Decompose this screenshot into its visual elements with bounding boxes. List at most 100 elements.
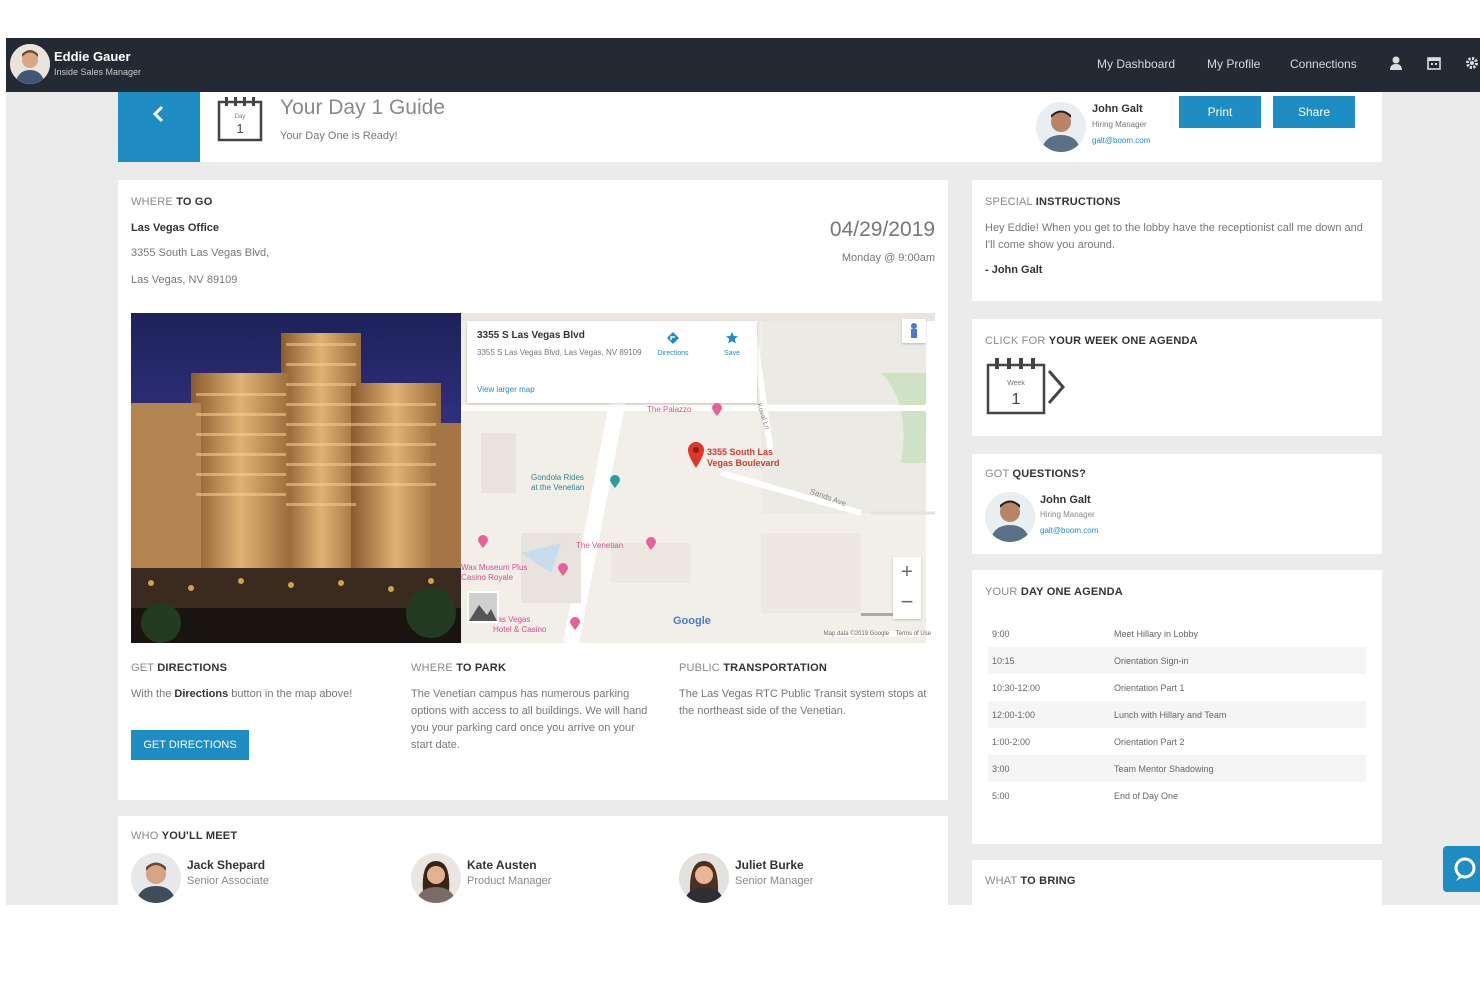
calendar-icon[interactable]: [1426, 55, 1442, 71]
poi-venetian[interactable]: The Venetian: [576, 541, 623, 550]
map-save-button[interactable]: Save: [717, 331, 747, 357]
map-card-address: 3355 S Las Vegas Blvd, Las Vegas, NV 891…: [477, 348, 642, 357]
got-questions-card: GOT QUESTIONS? John Galt Hiring Manager …: [972, 454, 1382, 554]
chat-button[interactable]: [1443, 846, 1480, 892]
directions-icon: [667, 332, 679, 344]
office-address-line-2: Las Vegas, NV 89109: [131, 274, 238, 286]
back-button[interactable]: [118, 92, 200, 162]
poi-palazzo-pin-icon: [712, 403, 722, 416]
day-one-agenda-label: YOUR DAY ONE AGENDA: [985, 586, 1123, 598]
user-role: Inside Sales Manager: [54, 67, 142, 77]
person-role: Product Manager: [467, 875, 552, 887]
who-youll-meet-card: WHO YOU'LL MEET Jack Shepard Senior Asso…: [118, 816, 948, 905]
star-icon: [726, 332, 738, 344]
agenda-row: 9:00 Meet Hillary in Lobby: [988, 620, 1366, 647]
zoom-controls: + −: [893, 557, 921, 619]
nav-my-profile[interactable]: My Profile: [1207, 57, 1260, 71]
chat-icon: [1454, 857, 1476, 881]
week-one-agenda-card[interactable]: CLICK FOR YOUR WEEK ONE AGENDA Week 1: [972, 319, 1382, 436]
poi-pin-icon: [478, 535, 488, 548]
app-window: Eddie Gauer Inside Sales Manager My Dash…: [6, 38, 1480, 905]
svg-text:1: 1: [236, 121, 243, 136]
svg-text:1: 1: [1012, 391, 1021, 408]
person-avatar-jack[interactable]: [131, 853, 181, 903]
agenda-row: 1:00-2:00 Orientation Part 2: [988, 728, 1366, 755]
questions-contact-role: Hiring Manager: [1040, 510, 1095, 519]
person-role: Senior Manager: [735, 875, 814, 887]
venue-photo: [131, 313, 461, 643]
agenda-description: Meet Hillary in Lobby: [1114, 629, 1199, 639]
day-calendar-icon: Day 1: [216, 96, 264, 147]
nav-connections[interactable]: Connections: [1290, 57, 1357, 71]
what-to-bring-label: WHAT TO BRING: [985, 875, 1076, 887]
agenda-time: 3:00: [992, 764, 1010, 774]
hiring-manager-email[interactable]: galt@boom.com: [1092, 136, 1150, 145]
person-name: Juliet Burke: [735, 858, 804, 872]
chevron-left-icon: [152, 105, 164, 123]
poi-lv-hotel[interactable]: Las Vegas Hotel & Casino: [493, 615, 546, 635]
questions-contact-avatar[interactable]: [985, 492, 1035, 542]
agenda-row: 10:30-12:00 Orientation Part 1: [988, 674, 1366, 701]
zoom-out-button[interactable]: −: [893, 588, 921, 619]
week-calendar-arrow-icon[interactable]: Week 1: [985, 357, 1071, 420]
what-to-bring-card: WHAT TO BRING: [972, 860, 1382, 905]
get-directions-button[interactable]: GET DIRECTIONS: [131, 730, 249, 760]
location-pin-icon[interactable]: [687, 441, 705, 474]
page-title: Your Day 1 Guide: [280, 96, 445, 119]
public-transportation-text: The Las Vegas RTC Public Transit system …: [679, 688, 927, 717]
top-navigation-bar: Eddie Gauer Inside Sales Manager My Dash…: [6, 38, 1480, 92]
print-button[interactable]: Print: [1179, 96, 1261, 128]
poi-palazzo[interactable]: The Palazzo: [647, 405, 691, 414]
poi-wax-pin-icon: [558, 563, 568, 576]
agenda-time: 10:30-12:00: [992, 683, 1041, 693]
street-view-pegman-icon[interactable]: [902, 319, 926, 343]
got-questions-label: GOT QUESTIONS?: [985, 468, 1087, 480]
poi-wax-museum[interactable]: Wax Museum Plus Casino Royale: [461, 563, 527, 583]
where-to-park-text: The Venetian campus has numerous parking…: [411, 688, 648, 751]
share-button[interactable]: Share: [1273, 96, 1355, 128]
agenda-time: 10:15: [992, 656, 1015, 666]
person-avatar-kate[interactable]: [411, 853, 461, 903]
agenda-time: 1:00-2:00: [992, 737, 1031, 747]
map-footer: Map data ©2019 Google Terms of Use: [823, 631, 931, 637]
start-time: Monday @ 9:00am: [841, 252, 935, 264]
user-avatar[interactable]: [10, 44, 50, 84]
agenda-description: End of Day One: [1114, 791, 1179, 801]
special-instructions-signature: - John Galt: [985, 264, 1043, 276]
where-to-park-label: WHERE TO PARK: [411, 662, 507, 674]
nav-my-dashboard[interactable]: My Dashboard: [1097, 57, 1175, 71]
map-thumbnail[interactable]: [467, 591, 499, 623]
hiring-manager-role: Hiring Manager: [1092, 120, 1147, 129]
guide-header: Day 1 Your Day 1 Guide Your Day One is R…: [118, 92, 1382, 162]
start-date: 04/29/2019: [829, 218, 935, 241]
office-address-line-1: 3355 South Las Vegas Blvd,: [131, 247, 270, 259]
agenda-time: 9:00: [992, 629, 1010, 639]
person-name: Jack Shepard: [187, 858, 266, 872]
svg-text:Day: Day: [235, 114, 246, 120]
location-map[interactable]: 3355 S Las Vegas Blvd 3355 S Las Vegas B…: [461, 313, 935, 643]
agenda-row: 5:00 End of Day One: [988, 782, 1366, 809]
map-directions-button[interactable]: Directions: [653, 331, 693, 357]
person-avatar-juliet[interactable]: [679, 853, 729, 903]
agenda-description: Lunch with Hillary and Team: [1114, 710, 1227, 720]
page-subtitle: Your Day One is Ready!: [280, 130, 398, 142]
agenda-row: 12:00-1:00 Lunch with Hillary and Team: [988, 701, 1366, 728]
agenda-description: Orientation Sign-in: [1114, 656, 1189, 666]
poi-lvhotel-pin-icon: [570, 617, 580, 630]
week-one-agenda-label: CLICK FOR YOUR WEEK ONE AGENDA: [985, 335, 1198, 347]
person-role: Senior Associate: [187, 875, 269, 887]
poi-gondola[interactable]: Gondola Rides at the Venetian: [531, 473, 584, 493]
poi-venetian-pin-icon: [646, 537, 656, 550]
agenda-row: 10:15 Orientation Sign-in: [988, 647, 1366, 674]
hiring-manager-avatar[interactable]: [1036, 102, 1086, 152]
pin-label: 3355 South Las Vegas Boulevard: [707, 447, 780, 468]
svg-text:Week: Week: [1007, 380, 1025, 387]
questions-contact-email[interactable]: galt@boom.com: [1040, 526, 1098, 535]
public-transportation-label: PUBLIC TRANSPORTATION: [679, 662, 828, 674]
user-icon[interactable]: [1388, 55, 1404, 71]
view-larger-map-link[interactable]: View larger map: [477, 385, 535, 394]
special-instructions-card: SPECIAL INSTRUCTIONS Hey Eddie! When you…: [972, 180, 1382, 301]
zoom-in-button[interactable]: +: [893, 557, 921, 588]
gear-icon[interactable]: [1464, 55, 1480, 71]
agenda-time: 12:00-1:00: [992, 710, 1036, 720]
